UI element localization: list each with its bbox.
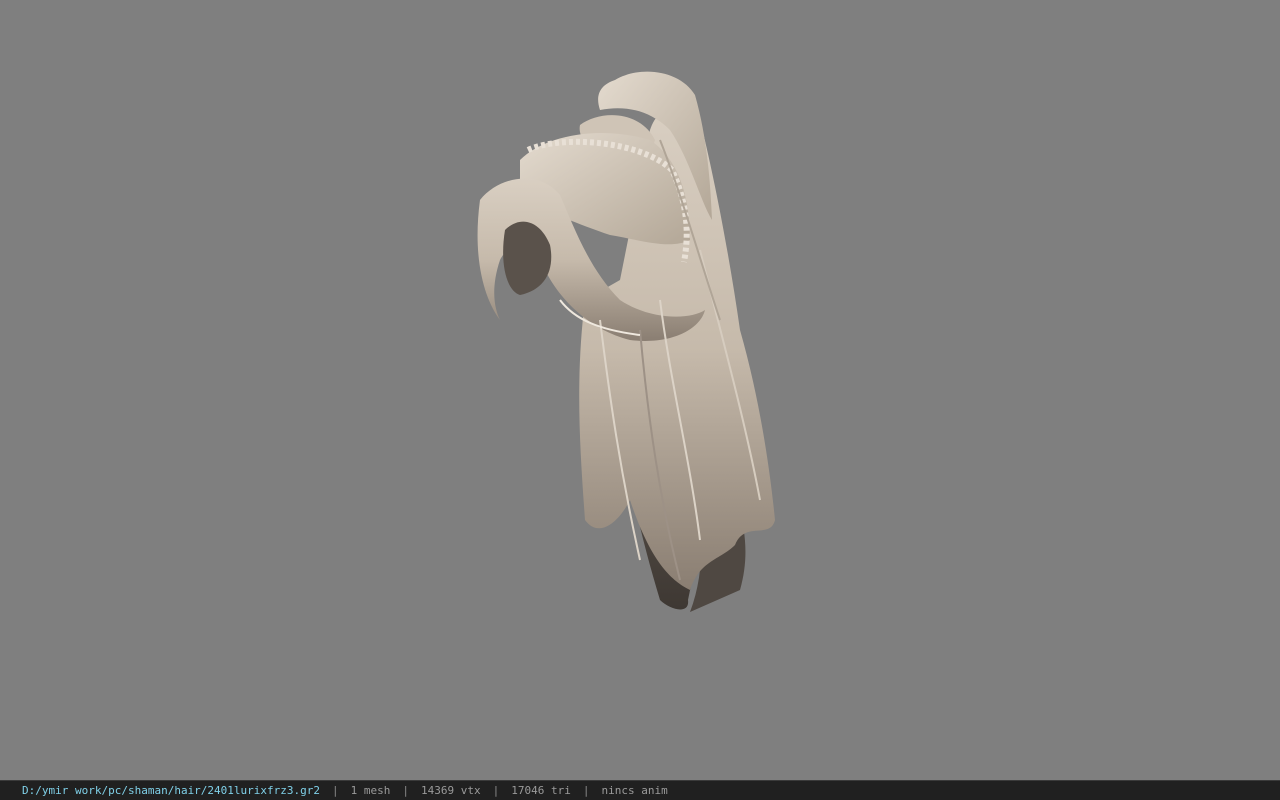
triangle-count-label: 17046 tri <box>511 784 571 797</box>
vertex-count-label: 14369 vtx <box>421 784 481 797</box>
separator: | <box>582 784 590 797</box>
file-path-label: D:/ymir work/pc/shaman/hair/2401lurixfrz… <box>22 784 321 797</box>
animation-status-label: nincs anim <box>601 784 668 797</box>
separator: | <box>332 784 339 797</box>
hair-model-render <box>477 71 775 612</box>
separator: | <box>492 784 500 797</box>
mesh-count-label: 1 mesh <box>350 784 391 797</box>
3d-viewport[interactable] <box>0 0 1280 780</box>
status-bar: D:/ymir work/pc/shaman/hair/2401lurixfrz… <box>0 780 1280 800</box>
separator: | <box>402 784 410 797</box>
